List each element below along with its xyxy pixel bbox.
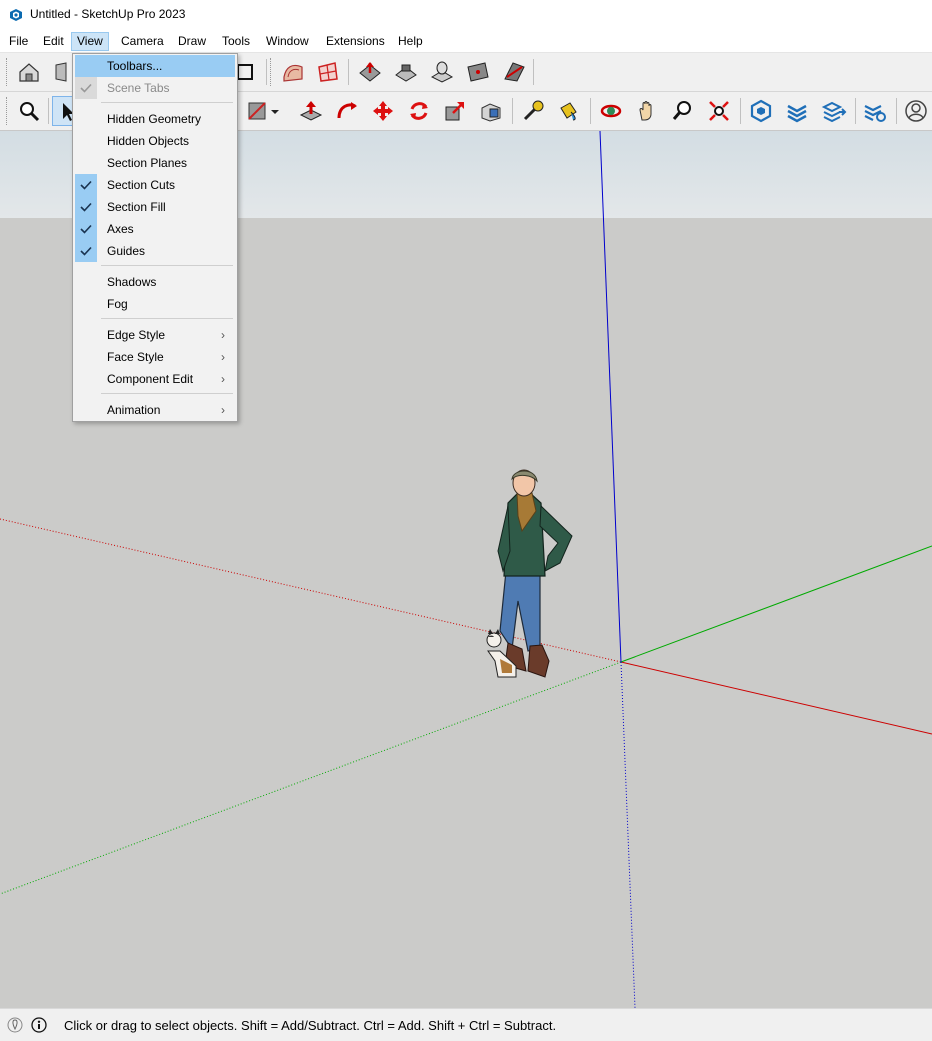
checkmark-icon (75, 77, 97, 99)
menu-item-hidden-geometry[interactable]: Hidden Geometry (75, 108, 235, 130)
tags-icon[interactable] (819, 96, 849, 126)
person-figure[interactable] (497, 469, 573, 678)
stamp-icon[interactable] (391, 57, 421, 87)
menu-item-label: Axes (107, 222, 134, 236)
menu-item-section-cuts[interactable]: Section Cuts (75, 174, 235, 196)
sketchup-logo-icon (10, 9, 22, 21)
flip-edge-icon[interactable] (499, 57, 529, 87)
toolbar-grip[interactable] (6, 97, 10, 125)
menu-item-axes[interactable]: Axes (75, 218, 235, 240)
smoove-icon[interactable] (355, 57, 385, 87)
toolbar-grip[interactable] (270, 58, 274, 86)
warehouse-icon[interactable] (746, 96, 776, 126)
menu-item-toolbars[interactable]: Toolbars... (75, 55, 235, 77)
menu-edit[interactable]: Edit (38, 32, 69, 51)
account-icon[interactable] (901, 96, 931, 126)
menu-item-label: Shadows (107, 275, 157, 289)
menu-file[interactable]: File (4, 32, 33, 51)
checkmark-icon (75, 218, 97, 240)
chevron-right-icon: › (221, 403, 225, 417)
menu-extensions[interactable]: Extensions (321, 32, 390, 51)
menu-item-label: Edge Style (107, 328, 166, 342)
rotate-icon[interactable] (404, 96, 434, 126)
move-icon[interactable] (368, 96, 398, 126)
geo-location-icon[interactable] (7, 1017, 23, 1033)
menu-item-label: Guides (107, 244, 146, 258)
menu-item-label: Fog (107, 297, 128, 311)
menu-item-label: Component Edit (107, 372, 194, 386)
drape-icon[interactable] (427, 57, 457, 87)
menu-item-hidden-objects[interactable]: Hidden Objects (75, 130, 235, 152)
status-bar: Click or drag to select objects. Shift =… (0, 1008, 932, 1041)
menu-item-label: Toolbars... (107, 59, 163, 73)
checkmark-icon (75, 174, 97, 196)
title-bar: Untitled - SketchUp Pro 2023 (0, 0, 932, 30)
menu-item-section-fill[interactable]: Section Fill (75, 196, 235, 218)
pan-icon[interactable] (632, 96, 662, 126)
toolbar-grip[interactable] (6, 58, 10, 86)
checkmark-icon (75, 196, 97, 218)
follow-me-icon[interactable] (332, 96, 362, 126)
green-axis-positive (620, 545, 932, 663)
window-title: Untitled - SketchUp Pro 2023 (30, 7, 186, 21)
layers-icon[interactable] (782, 96, 812, 126)
chevron-down-icon[interactable] (266, 96, 284, 126)
menu-item-shadows[interactable]: Shadows (75, 271, 235, 293)
checkmark-icon (75, 240, 97, 262)
green-axis-negative (0, 661, 622, 895)
menu-item-label: Face Style (107, 350, 164, 364)
home-warehouse-icon[interactable] (14, 57, 44, 87)
offset-icon[interactable] (476, 96, 506, 126)
add-detail-icon[interactable] (463, 57, 493, 87)
info-icon[interactable] (31, 1017, 47, 1033)
menu-item-face-style[interactable]: Face Style › (75, 346, 235, 368)
menu-tools[interactable]: Tools (217, 32, 255, 51)
menu-item-fog[interactable]: Fog (75, 293, 235, 315)
menu-bar: File Edit View Camera Draw Tools Window … (0, 30, 932, 53)
blue-axis-negative (620, 661, 636, 1008)
sandbox-contours-icon[interactable] (278, 57, 308, 87)
menu-help[interactable]: Help (393, 32, 428, 51)
menu-item-label: Section Fill (107, 200, 166, 214)
menu-item-label: Scene Tabs (107, 81, 170, 95)
menu-item-section-planes[interactable]: Section Planes (75, 152, 235, 174)
menu-item-animation[interactable]: Animation › (75, 399, 235, 421)
menu-item-label: Section Cuts (107, 178, 176, 192)
menu-item-label: Section Planes (107, 156, 188, 170)
menu-window[interactable]: Window (261, 32, 314, 51)
menu-view[interactable]: View (71, 32, 109, 51)
tape-measure-icon[interactable] (518, 96, 548, 126)
chevron-right-icon: › (221, 372, 225, 386)
menu-item-label: Animation (107, 403, 161, 417)
chevron-right-icon: › (221, 328, 225, 342)
tag-settings-icon[interactable] (860, 96, 890, 126)
zoom-extents-icon[interactable] (704, 96, 734, 126)
scale-icon[interactable] (440, 96, 470, 126)
sandbox-scratch-icon[interactable] (313, 57, 343, 87)
zoom-icon[interactable] (14, 96, 44, 126)
status-text: Click or drag to select objects. Shift =… (64, 1018, 557, 1033)
menu-item-guides[interactable]: Guides (75, 240, 235, 262)
menu-item-scene-tabs: Scene Tabs (75, 77, 235, 99)
orbit-icon[interactable] (596, 96, 626, 126)
paint-bucket-icon[interactable] (553, 96, 583, 126)
push-pull-icon[interactable] (296, 96, 326, 126)
menu-draw[interactable]: Draw (173, 32, 211, 51)
menu-item-edge-style[interactable]: Edge Style › (75, 324, 235, 346)
chevron-right-icon: › (221, 350, 225, 364)
menu-item-label: Hidden Objects (107, 134, 190, 148)
blue-axis-positive (599, 131, 622, 663)
menu-camera[interactable]: Camera (116, 32, 169, 51)
menu-item-label: Hidden Geometry (107, 112, 202, 126)
menu-item-component-edit[interactable]: Component Edit › (75, 368, 235, 390)
view-menu-dropdown: Toolbars... Scene Tabs Hidden Geometry H… (72, 53, 238, 422)
red-axis-positive (620, 661, 932, 735)
zoom-window-icon[interactable] (668, 96, 698, 126)
